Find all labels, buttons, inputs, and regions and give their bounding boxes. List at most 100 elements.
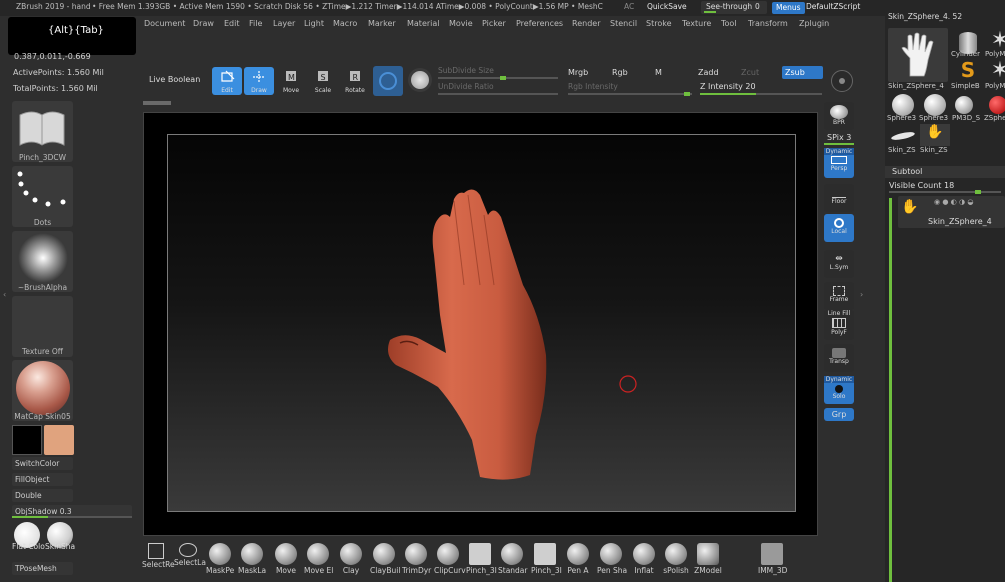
subtool-toggles[interactable]: ◉ ● ◐ ◑ ◒ [934,198,973,206]
brush-pen-a[interactable]: Pen A [564,543,592,575]
spix-control[interactable]: SPix 3 [827,133,851,142]
right-collapse-arrow[interactable]: › [860,290,863,299]
obj-shadow-slider[interactable]: ObjShadow 0.3 [12,505,132,518]
zsub-button[interactable]: Zsub [782,66,823,79]
quicksave-button[interactable]: QuickSave [647,2,687,11]
brush-imm3d[interactable]: IMM_3D [758,543,787,575]
brush-move[interactable]: Move [272,543,300,575]
brush-clay[interactable]: Clay [337,543,365,575]
menu-document[interactable]: Document [144,19,185,28]
switch-color-button[interactable]: SwitchColor [12,457,73,470]
brush-pinch3d-1[interactable]: Pinch_3I [466,543,497,575]
menu-draw[interactable]: Draw [193,19,214,28]
live-boolean-button[interactable]: Live Boolean [149,75,200,84]
menu-picker[interactable]: Picker [482,19,506,28]
brush-zmodeler[interactable]: ZModel [694,543,722,575]
menu-tool[interactable]: Tool [721,19,737,28]
draw-size-dial[interactable] [831,70,853,92]
menu-transform[interactable]: Transform [748,19,788,28]
left-collapse-arrow[interactable]: ‹ [3,290,6,299]
frame-button[interactable]: Frame [824,282,854,310]
floor-button[interactable]: Floor [824,184,854,212]
secondary-color-swatch[interactable] [12,425,42,455]
sculptris-icon [379,72,397,90]
brush-maskpen[interactable]: MaskPe [206,543,234,575]
rotate-button[interactable]: R Rotate [340,67,370,95]
subtool-scrollbar[interactable] [889,198,892,582]
see-through-slider[interactable]: See-through 0 [701,1,767,14]
tool-thumb-skin-zs-1[interactable] [888,126,918,146]
grp-button[interactable]: Grp [824,408,854,421]
double-button[interactable]: Double [12,489,73,502]
tooltip-text: {Alt}{Tab} [48,25,104,36]
document-canvas[interactable] [167,134,796,512]
rgb-intensity-slider[interactable]: Rgb Intensity [568,82,694,96]
visible-count-slider[interactable]: Visible Count 18 [889,181,1005,194]
persp-button[interactable]: Dynamic Persp [824,148,854,178]
sculptris-button[interactable] [373,66,403,96]
menu-material[interactable]: Material [407,19,440,28]
brush-pen-shadow[interactable]: Pen Sha [597,543,627,575]
menu-light[interactable]: Light [304,19,324,28]
undivide-ratio-slider[interactable]: UnDivide Ratio [438,82,560,95]
mrgb-button[interactable]: Mrgb [568,68,588,77]
subtool-item[interactable]: ✋ ◉ ● ◐ ◑ ◒ Skin_ZSphere_4 [898,196,1005,228]
transp-button[interactable]: Transp [824,344,854,372]
brush-selectrect[interactable]: SelectRe [142,543,175,569]
draw-button[interactable]: Draw [244,67,274,95]
menu-layer[interactable]: Layer [273,19,295,28]
main-color-swatch[interactable] [44,425,74,455]
brush-standard[interactable]: Standar [498,543,528,575]
m-button[interactable]: M [655,68,662,77]
rgb-button[interactable]: Rgb [612,68,628,77]
menus-button[interactable]: Menus [772,2,805,14]
polyf-button[interactable]: Line Fill PolyF [824,310,854,340]
menu-preferences[interactable]: Preferences [516,19,563,28]
default-zscript-button[interactable]: DefaultZScript [806,2,860,11]
solo-button[interactable]: Dynamic Solo [824,376,854,404]
brush-trimdynamic[interactable]: TrimDyr [402,543,431,575]
brush-clipcurve[interactable]: ClipCurv [434,543,466,575]
tool-thumb-pm3d[interactable] [955,96,973,114]
menu-edit[interactable]: Edit [224,19,240,28]
tool-thumb-sphere3d-1[interactable] [892,94,914,116]
tool-thumb-skin-zsphere[interactable] [888,28,948,82]
menu-render[interactable]: Render [572,19,600,28]
menu-zplugin[interactable]: Zplugin [799,19,829,28]
brush-label: ClayBuil [370,566,401,575]
brush-move-elastic[interactable]: Move El [304,543,333,575]
subtool-header[interactable]: Subtool [885,166,1005,178]
menu-movie[interactable]: Movie [449,19,473,28]
tool-thumb-skin-zs-2[interactable]: ✋ [920,124,950,146]
menu-stencil[interactable]: Stencil [610,19,637,28]
menu-stroke[interactable]: Stroke [646,19,672,28]
tpose-mesh-button[interactable]: TPoseMesh [12,562,73,575]
undivide-ratio-label: UnDivide Ratio [438,82,494,91]
zcut-button[interactable]: Zcut [741,68,759,77]
lsym-button[interactable]: ⇹ L.Sym [824,250,854,278]
brush-selectlasso[interactable]: SelectLa [174,543,206,567]
gizmo-button[interactable] [408,68,432,92]
brush-pinch3d-2[interactable]: Pinch_3I [531,543,562,575]
viewport-scrollbar[interactable] [143,101,171,105]
move-button[interactable]: M Move [276,67,306,95]
menu-file[interactable]: File [249,19,262,28]
obj-shadow-label: ObjShadow 0.3 [15,507,72,516]
brush-spolish[interactable]: sPolish [662,543,690,575]
brush-claybuildup[interactable]: ClayBuil [370,543,401,575]
scale-button[interactable]: S Scale [308,67,338,95]
zadd-button[interactable]: Zadd [698,68,719,77]
local-button[interactable]: Local [824,214,854,242]
tool-thumb-sphere3d-2[interactable] [924,94,946,116]
menu-marker[interactable]: Marker [368,19,396,28]
edit-button[interactable]: Edit [212,67,242,95]
z-intensity-slider[interactable]: Z Intensity 20 [700,82,824,95]
tool-thumb-zsphere[interactable] [989,96,1005,114]
menu-macro[interactable]: Macro [333,19,357,28]
brush-inflat[interactable]: Inflat [630,543,658,575]
menu-texture[interactable]: Texture [682,19,711,28]
subdivide-size-slider[interactable]: SubDivide Size [438,66,560,80]
fill-object-button[interactable]: FillObject [12,473,73,486]
brush-masklasso[interactable]: MaskLa [238,543,266,575]
bpr-button[interactable]: BPR [824,102,854,130]
